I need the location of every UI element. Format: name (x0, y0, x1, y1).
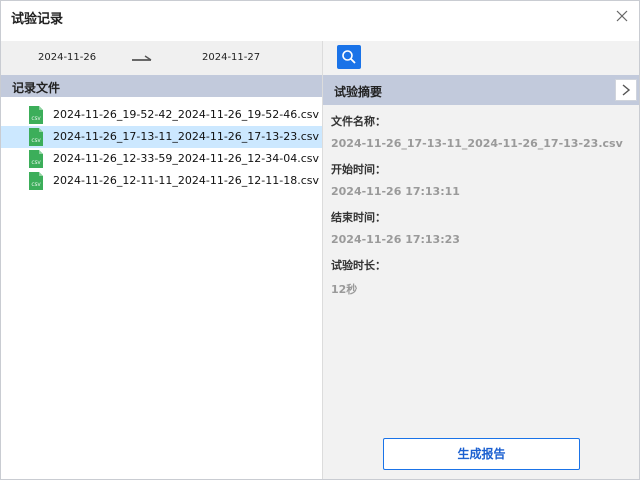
csv-file-icon: CSV (29, 106, 43, 124)
duration-label: 试验时长： (331, 259, 386, 272)
file-name: 2024-11-26_12-33-59_2024-11-26_12-34-04.… (53, 152, 319, 165)
title-bar: 试验记录 (1, 1, 639, 31)
csv-file-icon: CSV (29, 150, 43, 168)
date-range-bar: 2024-11-26 2024-11-27 (1, 41, 322, 75)
file-list: CSV 2024-11-26_19-52-42_2024-11-26_19-52… (1, 104, 322, 192)
svg-text:CSV: CSV (31, 138, 41, 144)
date-from-field[interactable]: 2024-11-26 (38, 52, 96, 63)
csv-file-icon: CSV (29, 172, 43, 190)
chevron-right-icon (622, 84, 631, 96)
summary-header: 试验摘要 (323, 75, 639, 105)
dialog-window: 试验记录 2024-11-26 2024-11-27 记录文件 CSV 2024… (0, 0, 640, 480)
file-name: 2024-11-26_17-13-11_2024-11-26_17-13-23.… (53, 130, 319, 143)
start-time-label: 开始时间： (331, 163, 386, 176)
file-name-value: 2024-11-26_17-13-11_2024-11-26_17-13-23.… (331, 137, 623, 150)
file-name: 2024-11-26_19-52-42_2024-11-26_19-52-46.… (53, 108, 319, 121)
end-time-value: 2024-11-26 17:13:23 (331, 233, 460, 246)
close-button[interactable] (613, 7, 631, 25)
window-title: 试验记录 (11, 12, 64, 27)
arrow-right-icon (132, 55, 152, 61)
svg-text:CSV: CSV (31, 116, 41, 122)
close-icon (616, 10, 628, 22)
summary-pane: 试验摘要 文件名称： 2024-11-26_17-13-11_2024-11-2… (323, 41, 639, 479)
records-header: 记录文件 (1, 75, 322, 97)
end-time-label: 结束时间： (331, 211, 386, 224)
file-row[interactable]: CSV 2024-11-26_12-11-11_2024-11-26_12-11… (1, 170, 322, 192)
generate-report-button[interactable]: 生成报告 (383, 438, 580, 470)
csv-file-icon: CSV (29, 128, 43, 146)
search-icon (342, 50, 356, 64)
file-name-label: 文件名称： (331, 115, 386, 128)
date-to-field[interactable]: 2024-11-27 (202, 52, 260, 63)
duration-value: 12秒 (331, 283, 358, 296)
search-button[interactable] (337, 45, 361, 69)
file-name: 2024-11-26_12-11-11_2024-11-26_12-11-18.… (53, 174, 319, 187)
file-row[interactable]: CSV 2024-11-26_12-33-59_2024-11-26_12-34… (1, 148, 322, 170)
collapse-panel-button[interactable] (615, 79, 637, 101)
file-row[interactable]: CSV 2024-11-26_19-52-42_2024-11-26_19-52… (1, 104, 322, 126)
svg-text:CSV: CSV (31, 182, 41, 188)
start-time-value: 2024-11-26 17:13:11 (331, 185, 460, 198)
summary-header-label: 试验摘要 (334, 85, 383, 99)
svg-text:CSV: CSV (31, 160, 41, 166)
records-header-label: 记录文件 (12, 81, 61, 95)
file-row-selected[interactable]: CSV 2024-11-26_17-13-11_2024-11-26_17-13… (1, 126, 322, 148)
records-pane: 2024-11-26 2024-11-27 记录文件 CSV 2024-11-2… (1, 41, 322, 479)
